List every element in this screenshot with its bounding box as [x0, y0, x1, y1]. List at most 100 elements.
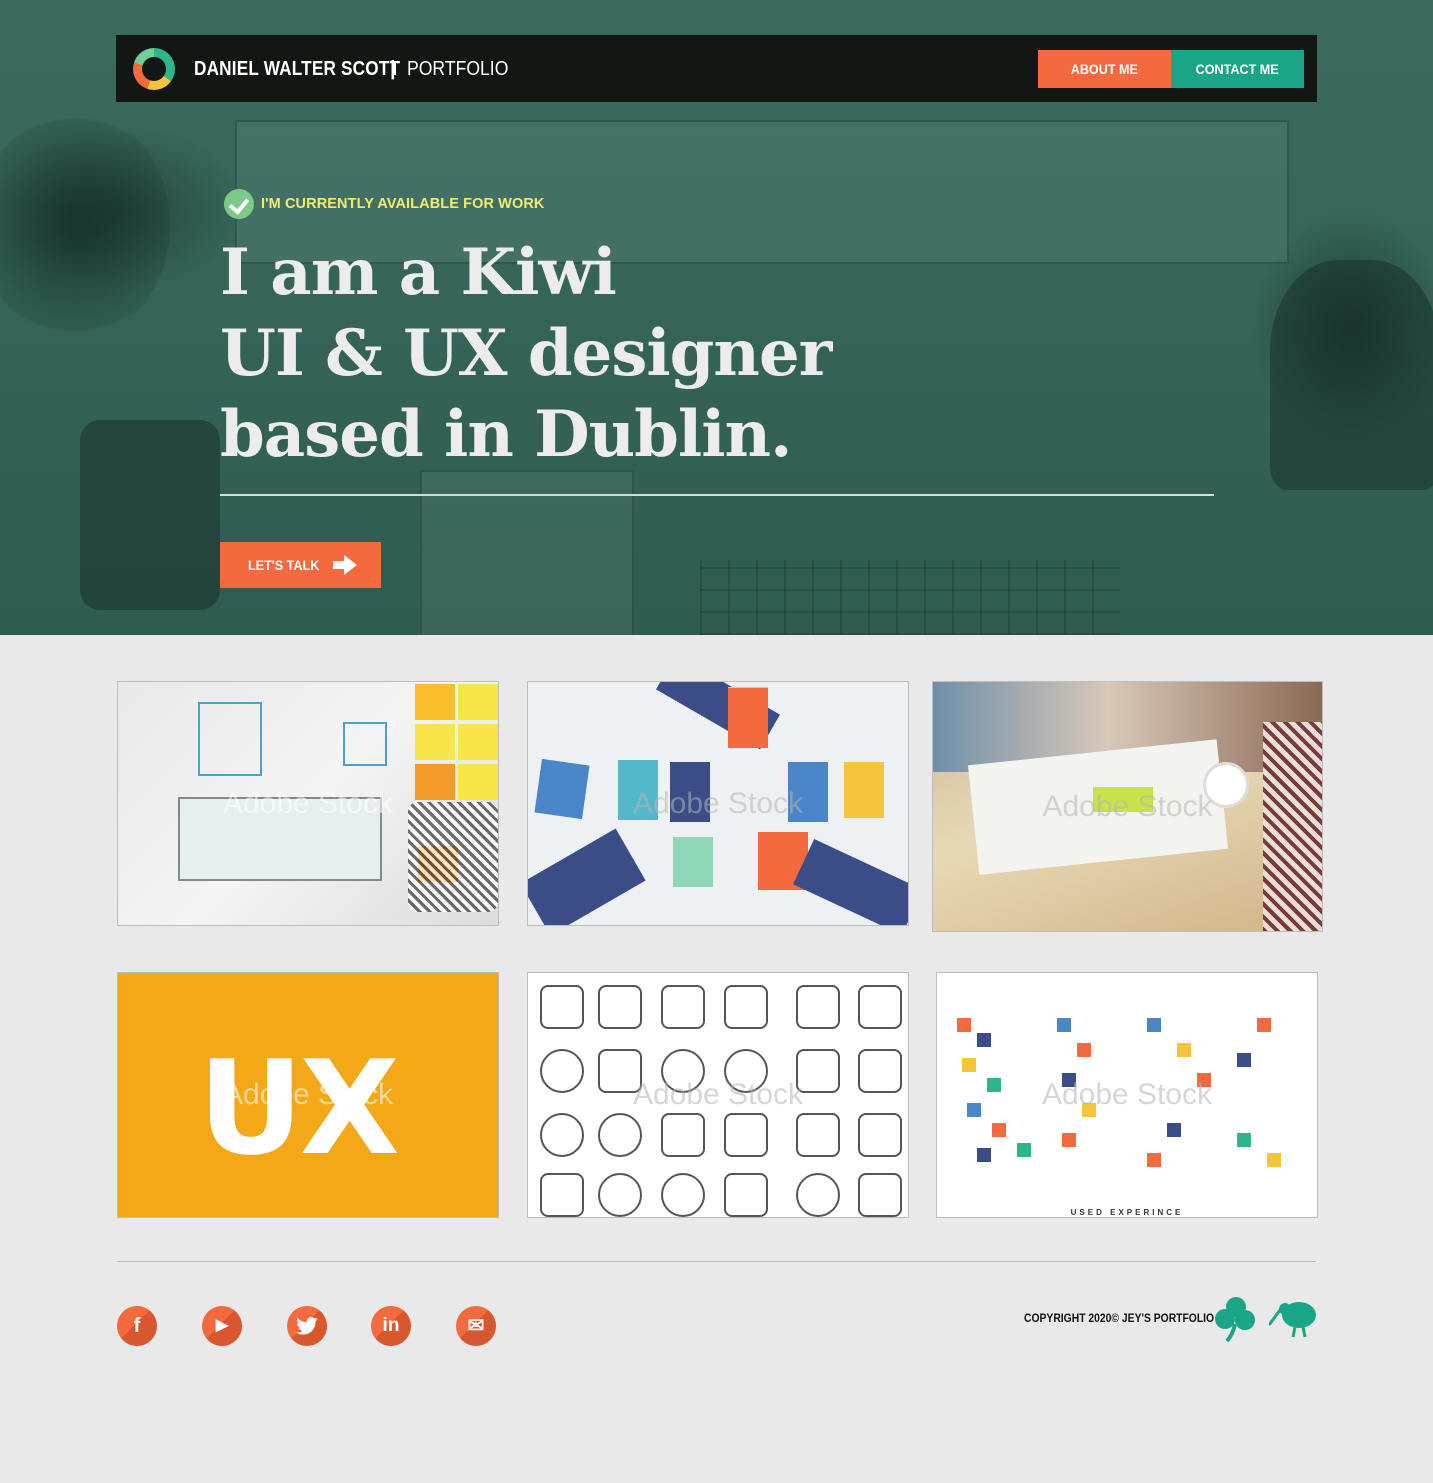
thumbs-up-icon — [796, 1049, 840, 1093]
sticky-note — [458, 724, 498, 760]
stock-watermark: Adobe Stock — [632, 1078, 804, 1111]
document-illustration — [844, 762, 884, 818]
arm-illustration — [528, 828, 646, 925]
collage-icon — [1017, 1143, 1031, 1157]
hero-headline: I am a Kiwi UI & UX designer based in Du… — [220, 232, 832, 475]
collage-icon — [1237, 1053, 1251, 1067]
brand-title[interactable]: DANIEL WALTER SCOTT | PORTFOLIO — [194, 57, 508, 81]
contact-me-label: CONTACT ME — [1195, 61, 1280, 77]
youtube-icon[interactable]: ▶ — [202, 1306, 242, 1346]
headline-line-2: UI & UX designer — [220, 316, 832, 391]
browser-sync-icon — [796, 985, 840, 1029]
sticky-note — [1093, 787, 1153, 812]
mobile-list-icon — [858, 1173, 902, 1217]
support-icon — [724, 985, 768, 1029]
gallery-item-2[interactable]: Adobe Stock — [527, 681, 909, 926]
copyright-text: COPYRIGHT 2020© JEY'S PORTFOLIO — [1024, 1313, 1215, 1325]
pencil-cup-background — [80, 420, 220, 610]
wireframe-card — [178, 797, 382, 881]
availability-text: I'M CURRENTLY AVAILABLE FOR WORK — [261, 196, 545, 212]
ux-letters: UX — [198, 1032, 400, 1184]
arrow-right-icon — [332, 555, 357, 575]
headline-line-1: I am a Kiwi — [220, 235, 617, 310]
document-illustration — [673, 837, 713, 887]
collage-icon — [987, 1078, 1001, 1092]
about-me-label: ABOUT ME — [1070, 61, 1139, 77]
ab-icon — [540, 1173, 584, 1217]
contact-me-button[interactable]: CONTACT ME — [1171, 50, 1304, 88]
logo-ring-icon[interactable] — [133, 48, 175, 90]
laptop-icon — [661, 985, 705, 1029]
collage-icon — [1257, 1018, 1271, 1032]
brand-name: DANIEL WALTER SCOTT — [194, 58, 401, 80]
shamrock-icon — [1215, 1297, 1255, 1342]
team-icon — [598, 985, 642, 1029]
collage-icon — [1177, 1043, 1191, 1057]
arm-illustration — [793, 838, 908, 925]
gear-icon — [540, 1113, 584, 1157]
collage-icon — [1077, 1043, 1091, 1057]
question-gear-icon — [796, 1173, 840, 1217]
document-illustration — [670, 762, 710, 822]
hero-divider — [220, 494, 1214, 496]
browser-icon — [724, 1173, 768, 1217]
kiwi-bird-icon — [1269, 1302, 1316, 1338]
ab-people-icon — [598, 1049, 642, 1093]
collage-icon — [1062, 1133, 1076, 1147]
wireframe-sketch — [198, 702, 262, 776]
lets-talk-label: LET'S TALK — [248, 557, 320, 573]
stock-watermark: Adobe Stock — [1041, 1078, 1213, 1111]
collage-icon — [962, 1058, 976, 1072]
sleeve-pattern — [408, 802, 498, 912]
cup-background — [1270, 260, 1433, 490]
footer-divider — [117, 1261, 1316, 1262]
keyboard-background — [700, 560, 1120, 635]
screen-question-icon — [661, 1113, 705, 1157]
document-illustration — [788, 762, 828, 822]
collage-icon — [1167, 1123, 1181, 1137]
monitor-click-icon — [796, 1113, 840, 1157]
chat-bubbles-icon — [724, 1049, 768, 1093]
availability-badge: I'M CURRENTLY AVAILABLE FOR WORK — [224, 189, 545, 219]
collage-icon — [1147, 1018, 1161, 1032]
collage-caption: USED EXPERINCE — [1070, 1208, 1184, 1217]
collage-icon — [1147, 1153, 1161, 1167]
click-a-icon — [661, 1173, 705, 1217]
brand-subtitle: PORTFOLIO — [407, 58, 509, 80]
collage-icon — [1197, 1073, 1211, 1087]
document-illustration — [728, 688, 768, 748]
brand-separator: | — [390, 58, 396, 80]
chat-question-icon — [540, 985, 584, 1029]
collage-icon — [1267, 1153, 1281, 1167]
collage-icon — [977, 1148, 991, 1162]
coffee-cup — [1203, 762, 1249, 808]
sticky-note — [458, 684, 498, 720]
document-illustration — [618, 760, 658, 820]
collage-icon — [957, 1018, 971, 1032]
collage-icon — [1062, 1073, 1076, 1087]
top-navbar: DANIEL WALTER SCOTT | PORTFOLIO ABOUT ME… — [116, 35, 1317, 102]
user-sync-icon — [598, 1113, 642, 1157]
lets-talk-button[interactable]: LET'S TALK — [220, 542, 381, 588]
collage-icon — [992, 1123, 1006, 1137]
gallery-item-4[interactable]: UX Adobe Stock — [117, 972, 499, 1218]
plant-decoration — [0, 110, 170, 340]
collage-icon — [1237, 1133, 1251, 1147]
headline-line-3: based in Dublin. — [220, 397, 792, 472]
gallery-item-3[interactable]: Adobe Stock — [932, 681, 1323, 932]
email-icon[interactable]: ✉ — [456, 1306, 496, 1346]
gallery-item-5[interactable]: Adobe Stock — [527, 972, 909, 1218]
about-me-button[interactable]: ABOUT ME — [1038, 50, 1171, 88]
wireframe-sketch — [343, 722, 387, 766]
phone-icon — [858, 1049, 902, 1093]
collage-icon — [977, 1033, 991, 1047]
linkedin-icon[interactable]: in — [371, 1306, 411, 1346]
gallery-item-6[interactable]: USED EXPERINCE Adobe Stock — [936, 972, 1318, 1218]
gallery-item-1[interactable]: Adobe Stock — [117, 681, 499, 926]
document-illustration — [534, 758, 590, 820]
facebook-icon[interactable]: f — [117, 1306, 157, 1346]
sticky-note — [415, 764, 455, 800]
twitter-icon[interactable] — [287, 1306, 327, 1346]
collage-icon — [1057, 1018, 1071, 1032]
sticky-note — [415, 684, 455, 720]
